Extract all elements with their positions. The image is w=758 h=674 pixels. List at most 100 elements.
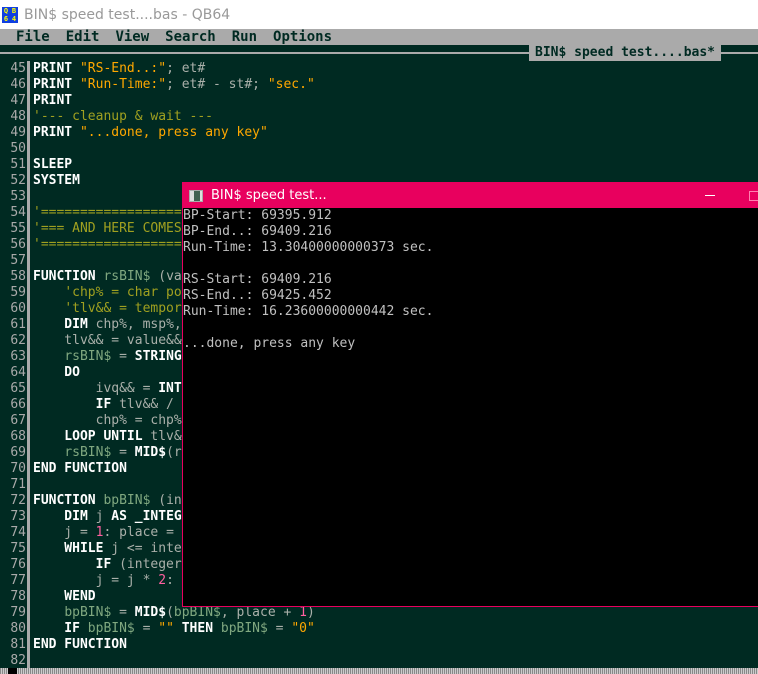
code-token: MID$ [134,605,167,620]
line-number: 52 [10,173,26,188]
line-number: 57 [10,253,26,268]
code-token: j <= inte [111,541,182,556]
gutter-separator [27,493,30,509]
maximize-icon[interactable] [749,191,758,201]
code-token: AS _INTEG [111,509,182,524]
line-number: 61 [10,317,26,332]
code-token: = [111,349,135,364]
code-token: MID$ [134,445,167,460]
code-line[interactable]: 47 PRINT [0,93,758,109]
line-number: 67 [10,413,26,428]
code-line[interactable]: 49 PRINT "...done, press any key" [0,125,758,141]
gutter-separator [27,93,30,109]
code-token: rsBIN$ [64,349,112,364]
gutter-separator [27,189,30,205]
code-token: bpBIN$ [87,621,135,636]
line-number: 58 [10,269,26,284]
code-token: IF [33,557,120,572]
code-token: 2 [158,573,167,588]
gutter-separator [27,413,30,429]
code-line[interactable]: 46 PRINT "Run-Time:"; et# - st#; "sec." [0,77,758,93]
line-number: 53 [10,189,26,204]
code-token: 'tlv&& = tempor [64,301,182,316]
minimize-icon[interactable] [705,195,715,196]
code-token: (va [150,269,182,284]
gutter-separator [27,77,30,93]
code-token: FUNCTION [33,493,104,508]
gutter-separator [27,109,30,125]
menu-search[interactable]: Search [165,29,216,45]
code-token: "" [158,621,174,636]
line-number: 64 [10,365,26,380]
gutter-separator [27,157,30,173]
editor-file-tab: BIN$ speed test....bas* [529,45,722,61]
code-token: THEN [173,621,221,636]
gutter-separator [27,589,30,605]
gutter-separator [27,653,30,669]
gutter-separator [27,365,30,381]
code-token: PRINT [33,61,80,76]
gutter-separator [27,333,30,349]
code-token: = [111,445,135,460]
code-token: '=== AND HERE COMES [33,221,182,236]
code-token: rsBIN$ [64,445,112,460]
line-number: 69 [10,445,26,460]
code-line[interactable]: 45 PRINT "RS-End..:"; et# [0,61,758,77]
code-line[interactable]: 51 SLEEP [0,157,758,173]
console-window[interactable]: BIN$ speed test... BP-Start: 69395.912 BP… [182,182,758,607]
code-line[interactable]: 82 [0,653,758,669]
editor-frame-top: BIN$ speed test....bas* [0,45,758,61]
code-token: = [267,621,292,636]
line-number: 65 [10,381,26,396]
gutter-separator [27,573,30,589]
console-line: RS-End..: 69425.452 [183,288,332,303]
menu-run[interactable]: Run [232,29,257,45]
code-token: DIM [33,317,96,332]
line-number: 59 [10,285,26,300]
code-token: j [95,509,112,524]
code-token: bpBIN$ [103,493,151,508]
code-token: PRINT [33,125,80,140]
gutter-separator [27,525,30,541]
code-token: WHILE [33,541,112,556]
gutter-separator [27,381,30,397]
code-line[interactable]: 50 [0,141,758,157]
gutter-separator [27,541,30,557]
code-token: bpBIN$ [220,621,268,636]
code-line[interactable]: 48 '--- cleanup & wait --- [0,109,758,125]
code-line[interactable]: 80 IF bpBIN$ = "" THEN bpBIN$ = "0" [0,621,758,637]
line-number: 74 [10,525,26,540]
menu-edit[interactable]: Edit [66,29,100,45]
scrollbar-thumb[interactable] [8,668,17,674]
code-token: 1 [95,525,104,540]
line-number: 55 [10,221,26,236]
code-line[interactable]: 81 END FUNCTION [0,637,758,653]
code-token: INT [158,381,182,396]
code-token: = [134,621,159,636]
code-token: PRINT [33,77,80,92]
menu-view[interactable]: View [115,29,149,45]
console-titlebar[interactable]: BIN$ speed test... [183,183,758,208]
gutter-separator [27,349,30,365]
code-token: tlv& [150,429,182,444]
code-token: ; et# [166,61,206,76]
console-app-icon [189,189,203,202]
qb64-app-icon[interactable]: QB64 [2,6,18,23]
line-number: 48 [10,109,26,124]
code-token: tlv&& = value&& [33,333,182,348]
code-token: j = [33,525,96,540]
line-number: 47 [10,93,26,108]
code-line[interactable]: 79 bpBIN$ = MID$(bpBIN$, place + 1) [0,605,758,621]
code-token: j = j * [33,573,159,588]
menu-options[interactable]: Options [273,29,332,45]
icon-letter: B [11,6,17,15]
line-number: 49 [10,125,26,140]
menu-file[interactable]: File [16,29,50,45]
horizontal-scrollbar[interactable] [0,668,758,674]
code-token: ivq&& = [33,381,159,396]
code-token: END FUNCTION [33,461,127,476]
code-token: IF [33,397,120,412]
gutter-separator [27,237,30,253]
code-token: chp% = chp% [33,413,182,428]
